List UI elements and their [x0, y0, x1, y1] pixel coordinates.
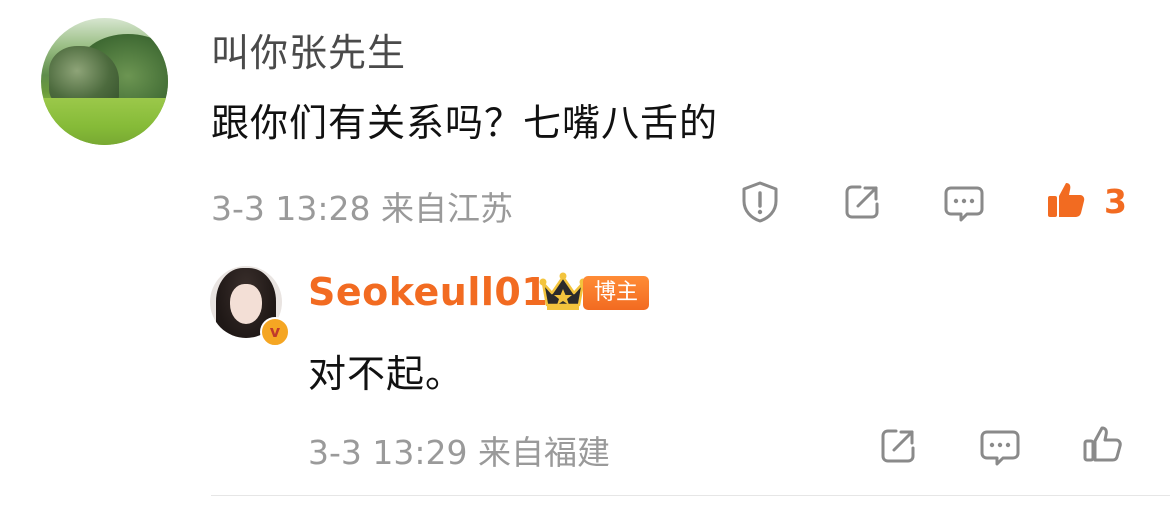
comment-meta: 3-3 13:28 来自江苏 — [211, 182, 513, 230]
report-icon[interactable] — [738, 180, 782, 224]
reply-meta: 3-3 13:29 来自福建 — [308, 426, 610, 474]
reply-date: 3-3 13:29 — [308, 433, 468, 472]
divider — [211, 495, 1170, 496]
reply-location: 来自福建 — [478, 433, 610, 472]
reply-like-icon[interactable] — [1080, 422, 1124, 466]
comment-text: 跟你们有关系吗？七嘴八舌的 — [211, 101, 719, 145]
comment-icon[interactable] — [942, 182, 986, 226]
commenter-username[interactable]: 叫你张先生 — [211, 22, 406, 77]
reply-text: 对不起。 — [308, 352, 465, 396]
verified-badge: v — [260, 317, 290, 347]
comment-location: 来自江苏 — [381, 189, 513, 228]
comment-date: 3-3 13:28 — [211, 189, 371, 228]
share-icon[interactable] — [840, 180, 884, 224]
reply-comment-icon[interactable] — [978, 426, 1022, 470]
crown-icon — [539, 272, 587, 310]
like-count: 3 — [1104, 182, 1127, 221]
commenter-avatar[interactable] — [41, 18, 168, 145]
author-tag: 博主 — [583, 276, 650, 310]
avatar-face — [230, 284, 262, 324]
reply-share-icon[interactable] — [876, 424, 920, 468]
replier-username[interactable]: Seokeull01 — [308, 270, 548, 314]
like-icon[interactable] — [1044, 178, 1088, 222]
avatar-water — [41, 98, 168, 145]
